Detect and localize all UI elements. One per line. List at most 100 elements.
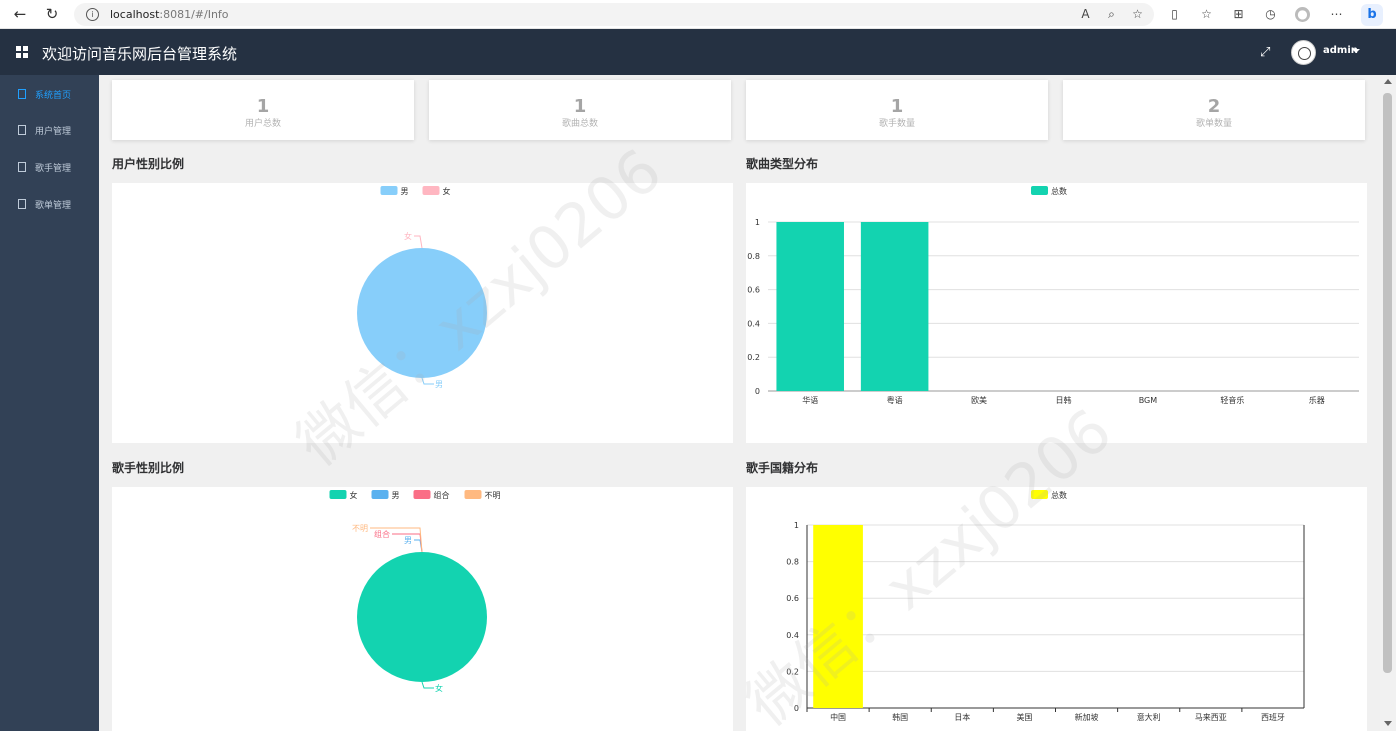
legend-label: 男: [392, 491, 400, 500]
legend-label: 女: [350, 490, 358, 500]
back-icon[interactable]: ←: [12, 6, 28, 22]
y-tick-label: 0.4: [747, 319, 760, 328]
document-icon: [18, 199, 26, 209]
legend-swatch: [413, 490, 431, 499]
read-aloud-icon[interactable]: A: [1078, 7, 1093, 22]
bing-icon[interactable]: b: [1361, 4, 1383, 26]
sidebar-item-home[interactable]: 系统首页: [0, 78, 99, 108]
pie-slice: [357, 248, 487, 378]
x-tick-label: 意大利: [1137, 712, 1161, 722]
vertical-scrollbar[interactable]: [1380, 75, 1396, 731]
pie-label-line: [421, 377, 434, 385]
stat-label: 歌曲总数: [561, 119, 598, 129]
stat-card-songs: 1 歌曲总数: [429, 80, 731, 140]
pie-label: 女: [435, 683, 443, 693]
stat-label: 歌手数量: [878, 119, 915, 129]
stat-value: 2: [1207, 96, 1221, 117]
scroll-thumb[interactable]: [1383, 93, 1392, 673]
legend-swatch: [1031, 186, 1048, 195]
x-tick-label: 粤语: [887, 395, 903, 405]
menu-toggle-icon[interactable]: [16, 46, 28, 58]
stat-label: 歌单数量: [1195, 119, 1232, 129]
stat-value: 1: [573, 96, 587, 117]
legend-label: 男: [401, 187, 409, 196]
x-tick-label: 西班牙: [1261, 712, 1285, 722]
x-tick-label: 华语: [802, 395, 818, 405]
y-tick-label: 0.2: [747, 353, 760, 362]
sidebar-item-singers[interactable]: 歌手管理: [0, 151, 99, 181]
pie-label: 组合: [374, 529, 390, 539]
pie-label: 不明: [352, 524, 368, 533]
y-tick-label: 1: [755, 218, 760, 227]
x-tick-label: 日本: [954, 712, 970, 722]
address-bar[interactable]: i localhost:8081/#/Info A ⌕ ☆: [74, 3, 1154, 26]
fullscreen-icon[interactable]: ⤢: [1260, 45, 1270, 60]
sidebar-item-playlists[interactable]: 歌单管理: [0, 188, 99, 218]
y-tick-label: 0: [755, 387, 760, 396]
sidebar-item-label: 用户管理: [35, 127, 72, 137]
sidebar-item-label: 系统首页: [35, 91, 72, 101]
avatar[interactable]: [1291, 40, 1316, 65]
refresh-icon[interactable]: ↻: [44, 6, 60, 22]
favorites-icon[interactable]: ☆: [1199, 7, 1214, 22]
legend-swatch: [380, 186, 398, 195]
stat-label: 用户总数: [244, 119, 281, 129]
chevron-down-icon[interactable]: [1352, 49, 1360, 53]
legend-label: 总数: [1051, 186, 1067, 196]
split-screen-icon[interactable]: ▯: [1167, 7, 1182, 22]
legend-label: 女: [443, 186, 451, 196]
y-tick-label: 0.4: [786, 631, 799, 640]
pie-label-line: [421, 681, 434, 689]
pie-label-line: [414, 235, 423, 249]
y-tick-label: 0.8: [747, 252, 760, 261]
y-tick-label: 0.2: [786, 667, 799, 676]
sidebar: 系统首页 用户管理 歌手管理 歌单管理: [0, 75, 99, 731]
scroll-up-icon[interactable]: [1384, 79, 1392, 84]
more-icon[interactable]: ⋯: [1329, 7, 1344, 22]
legend-label: 总数: [1051, 490, 1067, 500]
section-title-user-gender: 用户性别比例: [112, 157, 185, 171]
x-tick-label: 韩国: [892, 712, 908, 722]
section-title-song-type: 歌曲类型分布: [746, 157, 819, 171]
scroll-down-icon[interactable]: [1384, 721, 1392, 726]
browser-toolbar: ← ↻ i localhost:8081/#/Info A ⌕ ☆ ▯ ☆ ⊞ …: [0, 0, 1396, 29]
y-tick-label: 0.8: [786, 558, 799, 567]
history-icon[interactable]: ◷: [1263, 7, 1278, 22]
pie-slice: [357, 552, 487, 682]
x-tick-label: 新加坡: [1075, 712, 1099, 722]
legend-label: 组合: [434, 490, 450, 500]
stat-card-users: 1 用户总数: [112, 80, 414, 140]
legend-swatch: [1031, 490, 1048, 499]
url-text[interactable]: localhost:8081/#/Info: [110, 8, 229, 21]
user-gender-chart: 男女男女: [112, 183, 733, 443]
legend-label: 不明: [485, 491, 501, 500]
document-icon: [18, 162, 26, 172]
stat-value: 1: [890, 96, 904, 117]
app-header: 欢迎访问音乐网后台管理系统 ⤢ admin: [0, 29, 1396, 75]
x-tick-label: 轻音乐: [1220, 395, 1244, 405]
pie-label: 男: [435, 380, 443, 389]
x-tick-label: 中国: [830, 712, 846, 722]
stat-value: 1: [256, 96, 270, 117]
document-icon: [18, 89, 26, 99]
info-icon[interactable]: i: [86, 8, 99, 21]
x-tick-label: 欧美: [971, 395, 987, 405]
section-title-singer-country: 歌手国籍分布: [746, 461, 819, 475]
bar: [813, 525, 863, 708]
y-tick-label: 0.6: [786, 594, 799, 603]
collections-icon[interactable]: ⊞: [1231, 7, 1246, 22]
y-tick-label: 1: [794, 521, 799, 530]
stat-card-playlists: 2 歌单数量: [1063, 80, 1365, 140]
profile-icon[interactable]: ●: [1295, 7, 1310, 22]
legend-swatch: [464, 490, 482, 499]
x-tick-label: 美国: [1016, 712, 1032, 722]
legend-swatch: [329, 490, 347, 499]
sidebar-item-users[interactable]: 用户管理: [0, 114, 99, 144]
x-tick-label: 马来西亚: [1195, 713, 1227, 722]
singer-country-chart: 总数 0 0.2 0.4 0.6 0.8 1 中国 韩国 日本 美国 新加坡 意大利 马来西亚 西班牙: [746, 487, 1367, 731]
sidebar-item-label: 歌单管理: [35, 201, 72, 211]
section-title-singer-gender: 歌手性别比例: [112, 461, 185, 475]
zoom-icon[interactable]: ⌕: [1104, 7, 1119, 22]
song-type-chart: 总数 0 0.2 0.4 0.6 0.8 1 华语 粤语 欧美 日韩 BGM 轻音乐 乐器: [746, 183, 1367, 443]
favorite-add-icon[interactable]: ☆: [1130, 7, 1145, 22]
